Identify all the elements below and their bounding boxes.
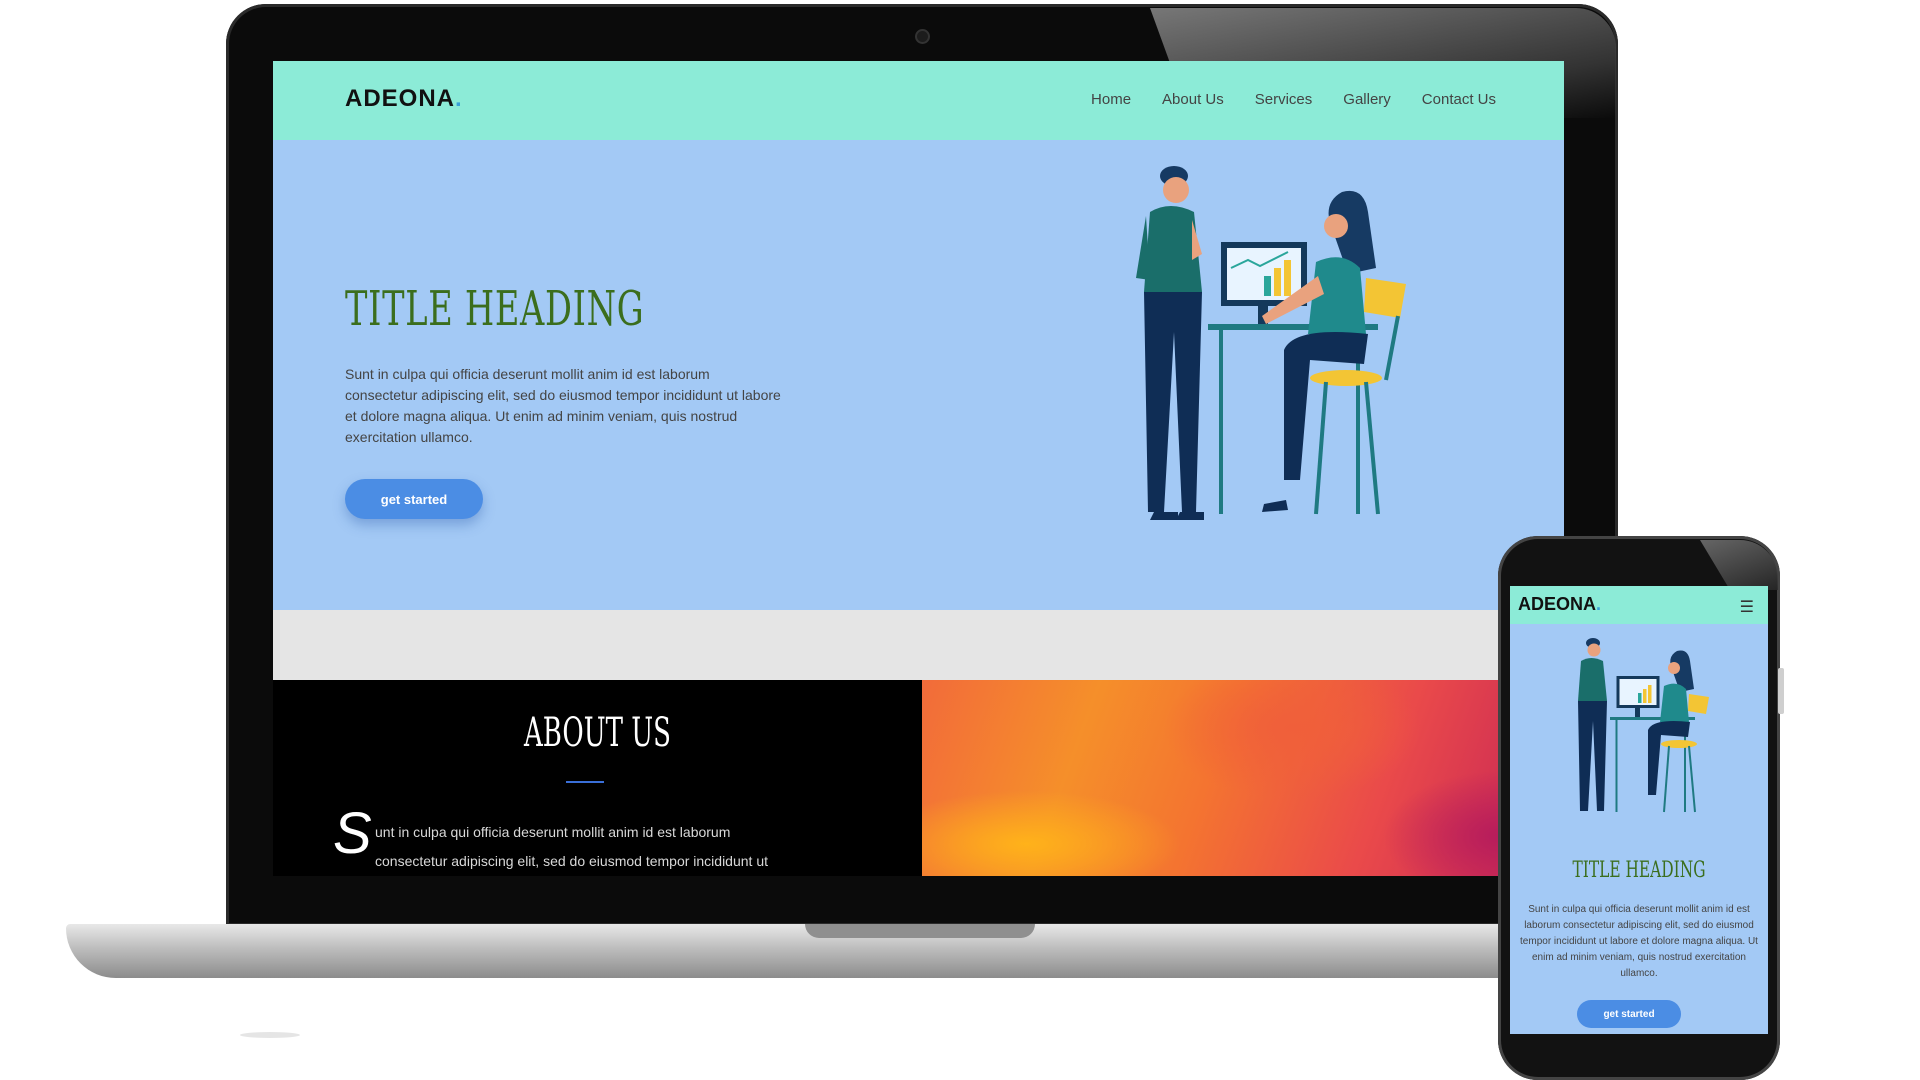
about-section: ABOUT US S unt in culpa qui officia dese…: [273, 680, 922, 876]
nav-about-us[interactable]: About Us: [1162, 91, 1224, 108]
nav-gallery[interactable]: Gallery: [1343, 91, 1391, 108]
get-started-button[interactable]: get started: [345, 479, 483, 519]
webcam: [917, 31, 928, 42]
about-title: ABOUT US: [524, 710, 671, 756]
hero-text: Sunt in culpa qui officia deserunt molli…: [345, 366, 781, 445]
spacer-band: [273, 610, 1564, 680]
watercolor-image: [922, 680, 1564, 876]
mobile-get-started-button[interactable]: get started: [1577, 1000, 1681, 1028]
about-text: unt in culpa qui officia deserunt mollit…: [375, 824, 768, 869]
header: ADEONA. Home About Us Services Gallery C…: [273, 61, 1564, 140]
about-divider: [566, 781, 604, 783]
mobile-office-illustration: [1578, 638, 1709, 813]
laptop-shadow: [240, 1032, 300, 1038]
nav-home[interactable]: Home: [1091, 91, 1131, 108]
about-dropcap: S: [333, 801, 372, 866]
main-nav: Home About Us Services Gallery Contact U…: [1091, 91, 1496, 108]
mobile-header: ADEONA. ☰: [1510, 586, 1768, 624]
mobile-hero-title: TITLE HEADING: [1572, 858, 1706, 883]
nav-services[interactable]: Services: [1255, 91, 1313, 108]
laptop-notch: [805, 924, 1035, 938]
hero-title: TITLE HEADING: [345, 281, 645, 337]
laptop-screen: ADEONA. Home About Us Services Gallery C…: [273, 61, 1564, 876]
phone-screen: ADEONA. ☰ TITLE HEADING Sunt in culpa qu…: [1510, 586, 1768, 1034]
office-illustration: [1136, 166, 1406, 520]
menu-icon[interactable]: ☰: [1740, 597, 1754, 616]
mobile-logo[interactable]: ADEONA.: [1518, 594, 1601, 615]
logo[interactable]: ADEONA.: [345, 85, 463, 113]
nav-contact-us[interactable]: Contact Us: [1422, 91, 1496, 108]
phone-side-button: [1778, 668, 1784, 714]
mobile-hero-text: Sunt in culpa qui officia deserunt molli…: [1520, 904, 1758, 979]
